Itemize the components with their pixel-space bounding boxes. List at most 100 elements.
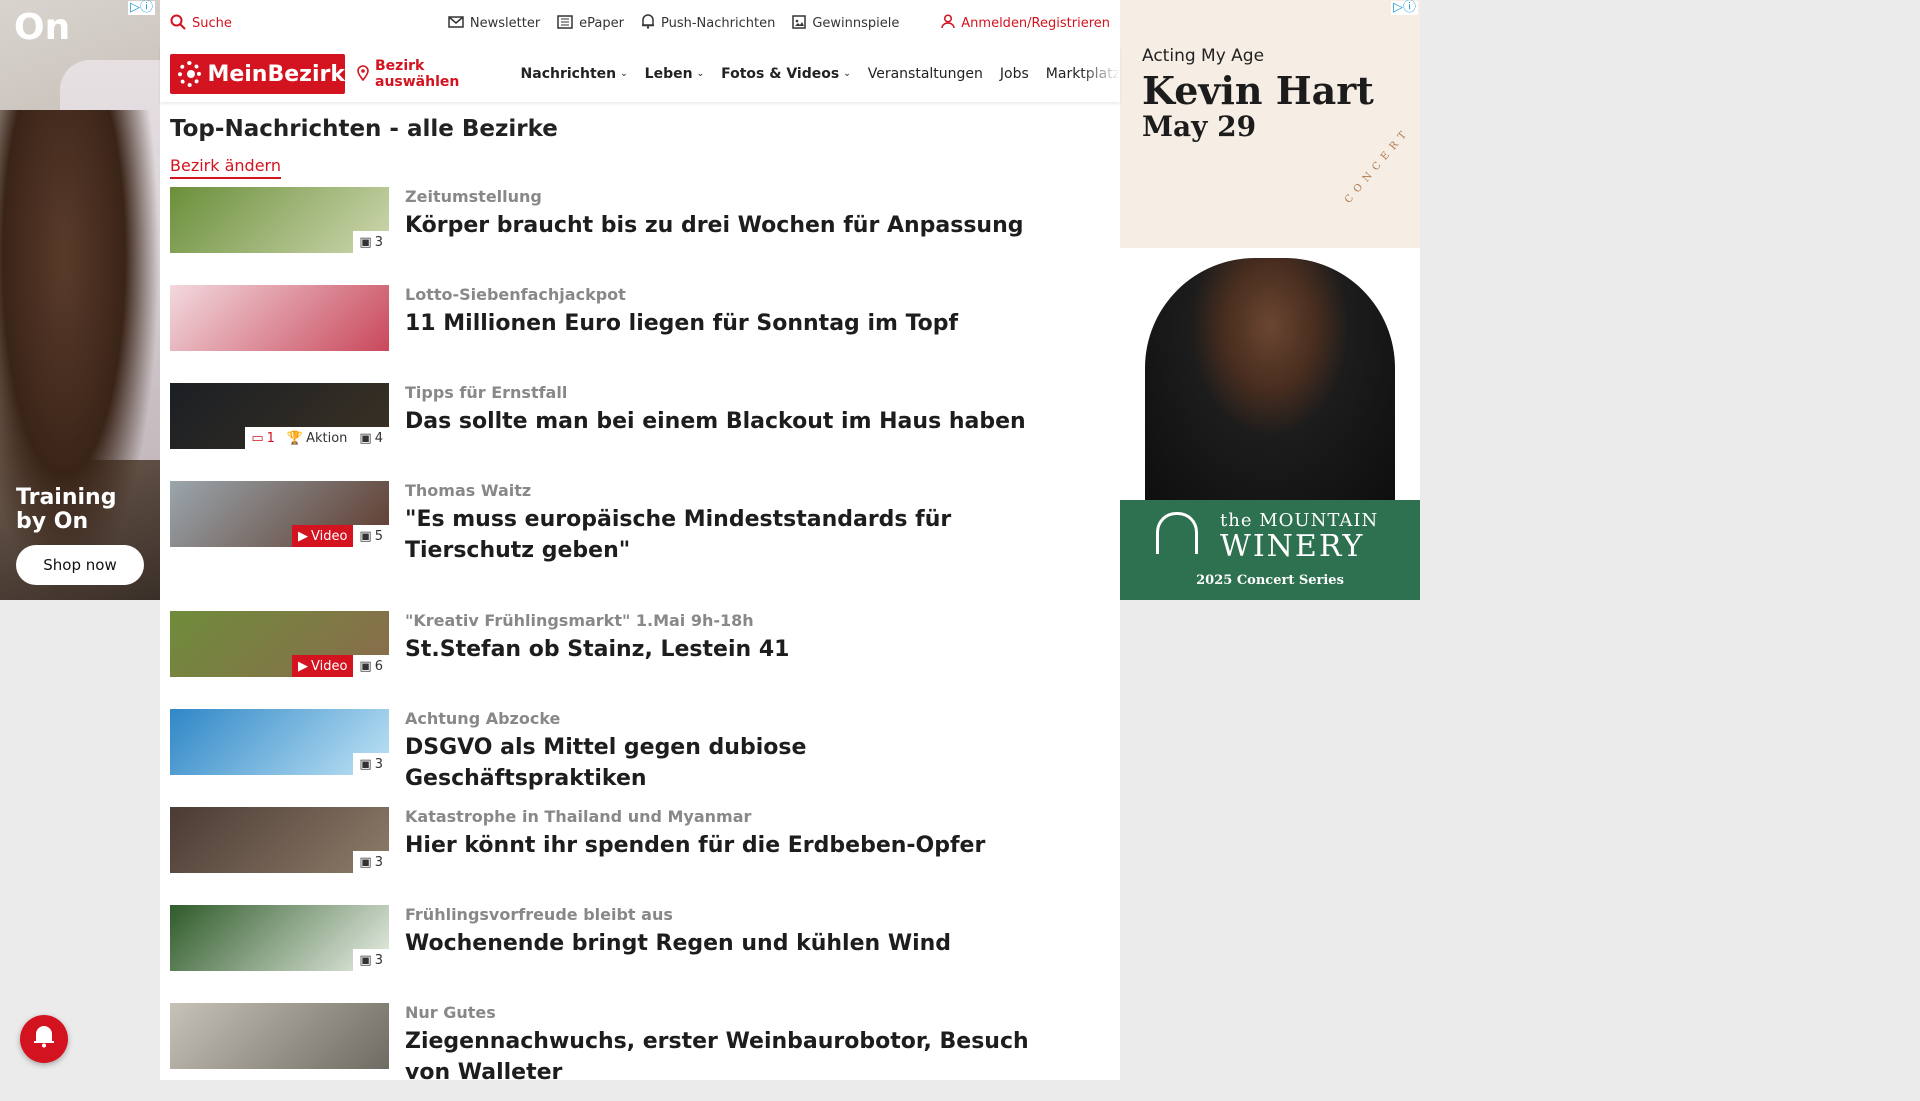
image-count: 3: [374, 952, 383, 968]
nav-leben[interactable]: Leben ⌄: [645, 66, 704, 82]
district-selector[interactable]: Bezirk auswählen: [357, 58, 504, 90]
image-count: 4: [374, 430, 383, 446]
article-kicker: Achtung Abzocke: [405, 709, 561, 728]
article-item[interactable]: ▭ 1 🏆 Aktion ▣ 4 Tipps für Ernstfall Das sollte…: [170, 383, 1120, 449]
image-icon: ▣: [359, 952, 372, 968]
chevron-down-icon: ⌄: [696, 69, 705, 79]
image-icon: ▣: [359, 756, 372, 772]
article-text: Frühlingsvorfreude bleibt aus Wochenende …: [405, 905, 1045, 959]
article-text: Nur Gutes Ziegennachwuchs, erster Weinbau…: [405, 1003, 1045, 1088]
ad-artist-figure: [1145, 258, 1395, 500]
image-icon: ▣: [359, 658, 372, 674]
article-thumbnail[interactable]: [170, 285, 389, 351]
left-ad-banner[interactable]: On Training by On Shop now ▷ⓘ: [0, 0, 160, 600]
article-headline[interactable]: 11 Millionen Euro liegen für Sonntag im …: [405, 308, 1045, 339]
epaper-link[interactable]: ePaper: [557, 14, 624, 32]
article-item[interactable]: ▣ 3 Zeitumstellung Körper braucht bis zu dr…: [170, 187, 1120, 253]
article-thumbnail[interactable]: ▶ Video ▣ 6: [170, 611, 389, 677]
article-item[interactable]: Lotto-Siebenfachjackpot 11 Millionen Euro…: [170, 285, 1120, 351]
envelope-icon: [448, 15, 464, 31]
search-icon: [170, 14, 186, 33]
image-count: 5: [374, 528, 383, 544]
ad-subtitle: Acting My Age: [1142, 46, 1265, 66]
on-logo: On: [14, 7, 71, 48]
article-headline[interactable]: Das sollte man bei einem Blackout im Hau…: [405, 406, 1045, 437]
play-icon: ▶: [297, 658, 308, 674]
push-label: Push-Nachrichten: [661, 15, 776, 31]
login-register-link[interactable]: Anmelden/Registrieren: [941, 14, 1110, 32]
shop-now-button[interactable]: Shop now: [16, 545, 144, 585]
article-kicker: Katastrophe in Thailand und Myanmar: [405, 807, 752, 826]
article-item[interactable]: ▶ Video ▣ 6 "Kreativ Frühlingsmarkt" 1.Mai 9…: [170, 611, 1120, 677]
winery-building-icon: [1156, 512, 1198, 554]
meinbezirk-logo[interactable]: MeinBezirk: [170, 54, 345, 94]
newsletter-label: Newsletter: [469, 15, 541, 31]
trophy-icon: 🏆: [286, 430, 304, 446]
search-label: Suche: [192, 15, 232, 31]
ad-venue-name: the MOUNTAIN WINERY: [1220, 508, 1379, 564]
article-headline[interactable]: Ziegennachwuchs, erster Weinbaurobotor, …: [405, 1026, 1045, 1088]
article-item[interactable]: ▣ 3 Achtung Abzocke DSGVO als Mittel gegen …: [170, 709, 1120, 791]
article-headline[interactable]: Hier könnt ihr spenden für die Erdbeben-…: [405, 830, 1045, 861]
article-thumbnail[interactable]: ▣ 3: [170, 187, 389, 253]
thumbnail-badges: ▭ 1 🏆 Aktion ▣ 4: [245, 427, 389, 449]
article-thumbnail[interactable]: ▣ 3: [170, 709, 389, 775]
article-headline[interactable]: Wochenende bringt Regen und kühlen Wind: [405, 928, 1045, 959]
main-column: Suche Newsletter ePaper Push-Nachrichten: [160, 0, 1120, 1085]
article-headline[interactable]: "Es muss europäische Mindeststandards fü…: [405, 504, 1045, 566]
newsletter-link[interactable]: Newsletter: [448, 16, 540, 31]
epaper-label: ePaper: [579, 15, 624, 31]
image-count: 6: [374, 658, 383, 674]
article-item[interactable]: Nur Gutes Ziegennachwuchs, erster Weinbau…: [170, 1003, 1120, 1101]
nav-nachrichten[interactable]: Nachrichten ⌄: [521, 66, 628, 82]
venue-line1: MOUNTAIN: [1259, 510, 1379, 531]
right-ad-banner[interactable]: Acting My Age Kevin Hart May 29 CONCERT …: [1120, 0, 1420, 600]
adchoices-icon[interactable]: ▷ⓘ: [128, 1, 155, 15]
article-text: Achtung Abzocke DSGVO als Mittel gegen du…: [405, 709, 1045, 794]
contests-label: Gewinnspiele: [812, 15, 900, 31]
article-thumbnail[interactable]: [170, 1003, 389, 1069]
article-item[interactable]: ▣ 3 Frühlingsvorfreude bleibt aus Wochenend…: [170, 905, 1120, 971]
article-thumbnail[interactable]: ▶ Video ▣ 5: [170, 481, 389, 547]
bell-outline-icon: [641, 14, 655, 32]
ad-tagline: Training by On: [16, 485, 117, 534]
nav-veranstaltungen[interactable]: Veranstaltungen: [868, 66, 983, 82]
article-item[interactable]: ▣ 3 Katastrophe in Thailand und Myanmar Hie…: [170, 807, 1120, 873]
article-headline[interactable]: St.Stefan ob Stainz, Lestein 41: [405, 634, 1045, 665]
article-text: Lotto-Siebenfachjackpot 11 Millionen Euro…: [405, 285, 1045, 339]
venue-line2: WINERY: [1220, 529, 1365, 564]
page-title: Top-Nachrichten - alle Bezirke: [170, 116, 558, 142]
article-text: Katastrophe in Thailand und Myanmar Hier …: [405, 807, 1045, 861]
thumbnail-badges: ▣ 3: [353, 231, 389, 253]
image-count-badge: ▣ 3: [353, 851, 389, 873]
thumbnail-badges: ▶ Video ▣ 5: [291, 525, 389, 547]
article-thumbnail[interactable]: ▭ 1 🏆 Aktion ▣ 4: [170, 383, 389, 449]
venue-small: the: [1220, 510, 1253, 531]
adchoices-icon[interactable]: ▷ⓘ: [1391, 1, 1418, 15]
video-badge: ▶ Video: [291, 655, 354, 677]
contests-link[interactable]: Gewinnspiele: [792, 14, 900, 32]
article-text: Thomas Waitz "Es muss europäische Mindest…: [405, 481, 1045, 566]
change-district-link[interactable]: Bezirk ändern: [170, 156, 281, 179]
image-count-badge: ▣ 3: [353, 949, 389, 971]
image-count-badge: ▣ 5: [353, 525, 389, 547]
article-thumbnail[interactable]: ▣ 3: [170, 807, 389, 873]
nav-jobs[interactable]: Jobs: [1000, 66, 1029, 82]
image-count: 3: [374, 854, 383, 870]
search-button[interactable]: Suche: [170, 14, 232, 33]
action-label: Aktion: [306, 430, 348, 446]
notification-bell-button[interactable]: [20, 1015, 68, 1063]
article-headline[interactable]: DSGVO als Mittel gegen dubiose Geschäfts…: [405, 732, 1045, 794]
article-item[interactable]: ▶ Video ▣ 5 Thomas Waitz "Es muss europäische…: [170, 481, 1120, 579]
newspaper-icon: [557, 14, 573, 32]
article-thumbnail[interactable]: ▣ 3: [170, 905, 389, 971]
brand-name: MeinBezirk: [207, 61, 345, 87]
article-headline[interactable]: Körper braucht bis zu drei Wochen für An…: [405, 210, 1045, 241]
thumbnail-badges: ▣ 3: [353, 753, 389, 775]
article-list: ▣ 3 Zeitumstellung Körper braucht bis zu dr…: [160, 187, 1120, 1101]
image-count-badge: ▣ 3: [353, 231, 389, 253]
push-notifications-link[interactable]: Push-Nachrichten: [641, 14, 775, 32]
article-text: Tipps für Ernstfall Das sollte man bei ei…: [405, 383, 1045, 437]
action-badge: 🏆 Aktion: [280, 427, 354, 449]
nav-fotos-videos[interactable]: Fotos & Videos ⌄: [721, 66, 851, 82]
